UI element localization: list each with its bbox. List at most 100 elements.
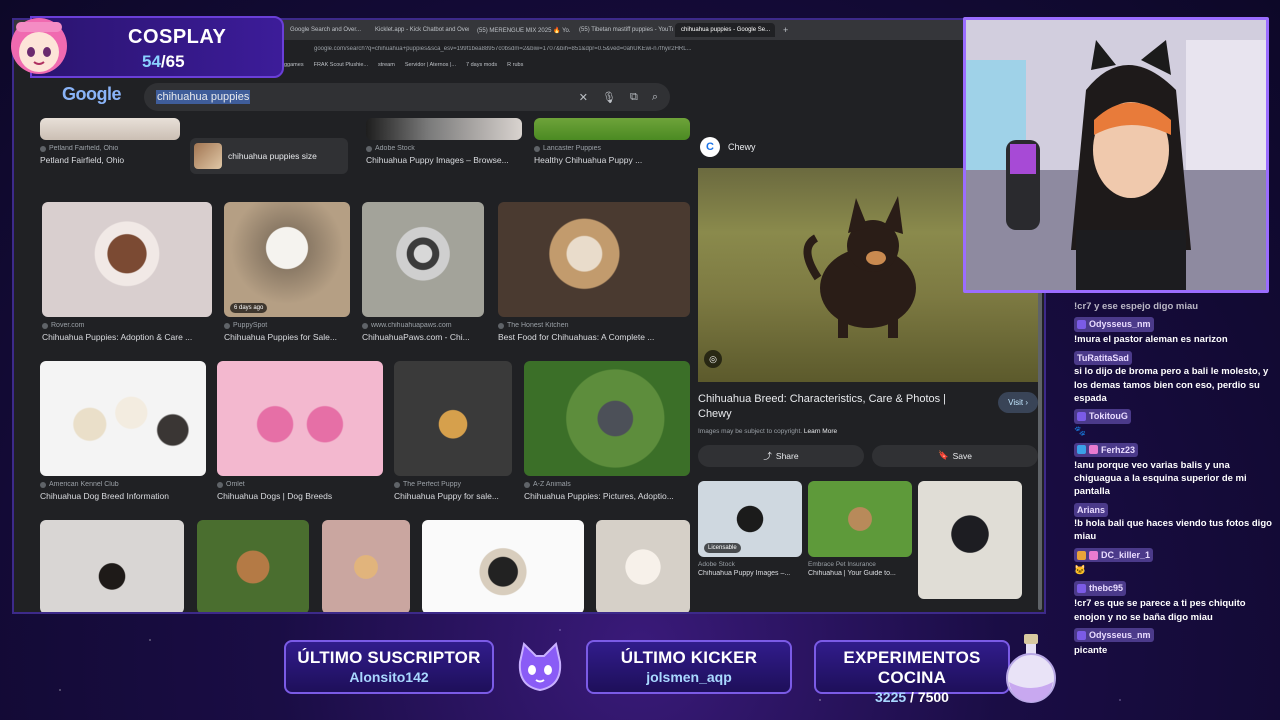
result-thumbnail[interactable]	[197, 520, 309, 612]
result-thumbnail[interactable]	[40, 520, 184, 612]
sub-badge-icon	[1077, 583, 1086, 593]
tab-google-overlay[interactable]: Google Search and Over...	[284, 23, 367, 37]
chat-username[interactable]: TuRatitaSad	[1074, 350, 1132, 366]
related-image[interactable]: Licensable Adobe Stock Chihuahua Puppy I…	[698, 480, 802, 599]
related-caption[interactable]: Chihuahua | Your Guide to...	[808, 570, 912, 577]
related-caption[interactable]: Chihuahua Puppy Images –...	[698, 570, 802, 577]
image-result[interactable]: 6 days ago PuppySpot Chihuahua Puppies f…	[224, 202, 350, 342]
chat-username[interactable]: Odysseus_nm	[1074, 317, 1154, 332]
preview-title[interactable]: Chihuahua Breed: Characteristics, Care &…	[698, 392, 958, 422]
image-result[interactable]	[422, 520, 584, 612]
related-search-label[interactable]: chihuahua puppies size	[228, 151, 317, 161]
bookmark-item[interactable]: FRAK Scout Plushie...	[314, 62, 368, 68]
image-result[interactable]: A-Z Animals Chihuahua Puppies: Pictures,…	[524, 361, 690, 501]
image-result[interactable]: Omlet Chihuahua Dogs | Dog Breeds	[217, 361, 383, 501]
tab-merengue[interactable]: (55) MERENGUE MIX 2025 🔥 Yo...	[471, 23, 571, 38]
bookmark-item[interactable]: stream	[378, 62, 395, 68]
anime-avatar-icon	[11, 18, 67, 74]
result-thumbnail[interactable]	[322, 520, 410, 612]
last-subscriber-label: ÚLTIMO SUSCRIPTOR	[297, 648, 481, 667]
image-result[interactable]: www.chihuahuapaws.com ChihuahuaPaws.com …	[362, 202, 484, 342]
related-thumbnail[interactable]: Licensable	[698, 480, 802, 557]
image-result[interactable]	[197, 520, 309, 612]
bookmark-item[interactable]: ggames	[284, 62, 304, 68]
image-result[interactable]: Adobe Stock Chihuahua Puppy Images – Bro…	[366, 118, 522, 165]
image-result[interactable]	[596, 520, 690, 612]
search-query[interactable]: chihuahua puppies	[156, 90, 251, 104]
result-caption[interactable]: Chihuahua Puppy Images – Browse...	[366, 155, 522, 165]
share-button[interactable]: ⤴ Share	[698, 444, 864, 467]
save-button[interactable]: 🔖 Save	[872, 444, 1038, 467]
image-results-grid: Petland Fairfield, Ohio Petland Fairfiel…	[26, 118, 692, 612]
result-caption[interactable]: Petland Fairfield, Ohio	[40, 155, 180, 165]
result-caption[interactable]: Healthy Chihuahua Puppy ...	[534, 155, 690, 165]
search-icon[interactable]: ⌕	[652, 91, 658, 104]
favicon-icon	[40, 145, 46, 152]
result-thumbnail[interactable]	[596, 520, 690, 612]
result-thumbnail[interactable]	[422, 520, 584, 612]
result-source: Adobe Stock	[375, 145, 415, 152]
image-result[interactable]: The Perfect Puppy Chihuahua Puppy for sa…	[394, 361, 512, 501]
preview-site-name[interactable]: Chewy	[728, 142, 756, 152]
scrollbar[interactable]	[1038, 290, 1042, 610]
new-tab-icon[interactable]: +	[777, 25, 794, 35]
result-thumbnail[interactable]	[366, 118, 522, 140]
result-caption[interactable]: Chihuahua Dogs | Dog Breeds	[217, 491, 383, 501]
bookmark-item[interactable]: Servidor | Aternos |...	[405, 62, 456, 68]
image-result[interactable]: The Honest Kitchen Best Food for Chihuah…	[498, 202, 690, 342]
clear-icon[interactable]: ✕	[579, 91, 588, 104]
result-source: PuppySpot	[233, 322, 268, 329]
chat-username[interactable]: DC_killer_1	[1074, 547, 1154, 563]
result-thumbnail[interactable]	[362, 202, 484, 317]
result-thumbnail[interactable]	[394, 361, 512, 476]
chat-username[interactable]: Ferhz23	[1074, 442, 1139, 458]
last-subscriber-value: Alonsito142	[349, 669, 429, 685]
result-caption[interactable]: Chihuahua Puppies: Adoption & Care ...	[42, 332, 212, 342]
camera-lens-icon[interactable]: ⧉	[630, 91, 638, 104]
search-input[interactable]: chihuahua puppies ✕ 🎙 ⧉ ⌕	[144, 83, 670, 111]
bookmark-item[interactable]: 7 days mods	[466, 62, 497, 68]
bookmark-item[interactable]: R rubs	[507, 62, 523, 68]
image-result[interactable]	[322, 520, 410, 612]
tab-kicklet[interactable]: Kicklet.app - Kick Chatbot and Overl...	[369, 23, 469, 37]
result-thumbnail[interactable]	[498, 202, 690, 317]
image-result[interactable]	[40, 520, 184, 612]
result-caption[interactable]: Chihuahua Puppies: Pictures, Adoptio...	[524, 491, 690, 501]
result-source: Omlet	[226, 481, 245, 488]
result-caption[interactable]: ChihuahuaPaws.com - Chi...	[362, 332, 484, 342]
result-caption[interactable]: Best Food for Chihuahuas: A Complete ...	[498, 332, 690, 342]
related-image[interactable]	[918, 480, 1022, 599]
result-caption[interactable]: Chihuahua Dog Breed Information	[40, 491, 206, 501]
tab-mastiff[interactable]: (55) Tibetan mastiff puppies - YouTu...	[573, 23, 673, 37]
cosplay-count: 54/65	[142, 52, 185, 72]
lens-search-icon[interactable]: ◎	[704, 350, 722, 368]
result-caption[interactable]: Chihuahua Puppy for sale...	[394, 491, 512, 501]
related-thumbnail[interactable]	[918, 480, 1022, 599]
image-result[interactable]: Rover.com Chihuahua Puppies: Adoption & …	[42, 202, 212, 342]
learn-more-link[interactable]: Learn More	[804, 428, 837, 435]
result-thumbnail[interactable]	[40, 118, 180, 140]
result-thumbnail[interactable]: 6 days ago	[224, 202, 350, 317]
result-thumbnail[interactable]	[534, 118, 690, 140]
related-image[interactable]: Embrace Pet Insurance Chihuahua | Your G…	[808, 480, 912, 599]
image-result[interactable]: Lancaster Puppies Healthy Chihuahua Pupp…	[534, 118, 690, 165]
chat-username[interactable]: thebc95	[1074, 581, 1127, 596]
visit-button[interactable]: Visit ›	[998, 392, 1038, 413]
chat-username[interactable]: TokitouG	[1074, 409, 1131, 424]
result-caption[interactable]: Chihuahua Puppies for Sale...	[224, 332, 350, 342]
image-result[interactable]: Petland Fairfield, Ohio Petland Fairfiel…	[40, 118, 180, 165]
microphone-icon[interactable]: 🎙	[602, 91, 616, 104]
tab-chihuahua[interactable]: chihuahua puppies - Google Se...	[675, 23, 776, 37]
address-text[interactable]: google.com/search?q=chihuahua+puppies&sc…	[314, 46, 734, 52]
related-source: Embrace Pet Insurance	[808, 560, 876, 568]
result-thumbnail[interactable]	[40, 361, 206, 476]
chat-username[interactable]: Arians	[1074, 502, 1109, 518]
related-search-chip[interactable]: chihuahua puppies size	[190, 138, 348, 174]
result-thumbnail[interactable]	[524, 361, 690, 476]
result-thumbnail[interactable]	[217, 361, 383, 476]
result-thumbnail[interactable]	[42, 202, 212, 317]
google-logo[interactable]: Google	[62, 84, 122, 105]
chat-username[interactable]: Odysseus_nm	[1074, 627, 1154, 643]
image-result[interactable]: American Kennel Club Chihuahua Dog Breed…	[40, 361, 206, 501]
related-thumbnail[interactable]	[808, 480, 912, 557]
